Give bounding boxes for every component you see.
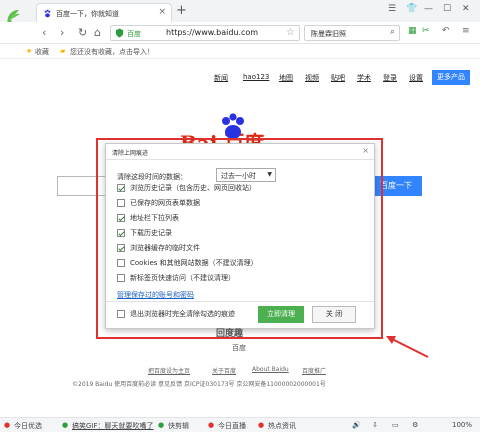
- footer-link[interactable]: 关于百度: [212, 366, 236, 375]
- tab-baidu[interactable]: 百度一下，你就知道 ×: [36, 3, 172, 22]
- speaker-icon[interactable]: 🔊: [352, 421, 361, 429]
- tab-title: 百度一下，你就知道: [56, 10, 119, 18]
- star-icon[interactable]: ☆: [286, 27, 295, 38]
- forward-icon[interactable]: ›: [60, 26, 64, 39]
- folder-icon: ▰: [60, 47, 66, 55]
- navigation-bar: ‹ › ↻ ⌂ 百度 https://www.baidu.com ☆ 陈曼霖旧照…: [0, 22, 480, 44]
- tab-bar: 百度一下，你就知道 × + ☰ 👕 — ☐ ✕: [0, 0, 480, 22]
- search-field[interactable]: 陈曼霖旧照 ⌕: [304, 25, 400, 41]
- maximize-icon[interactable]: ☐: [443, 4, 451, 14]
- refresh-icon[interactable]: ↻: [78, 26, 87, 39]
- search-text: 陈曼霖旧照: [311, 30, 346, 38]
- close-icon[interactable]: ×: [158, 7, 166, 17]
- download-icon[interactable]: ⇩: [372, 421, 378, 429]
- footer-link[interactable]: About Baidu: [252, 366, 289, 373]
- baidu-top-nav: 新闻 hao123 地图 视频 贴吧 学术 登录 设置: [0, 73, 480, 87]
- star-fav-icon: ★: [26, 47, 33, 55]
- footer-link[interactable]: 百度推广: [302, 366, 326, 375]
- status-item[interactable]: 今日优选: [14, 421, 42, 431]
- status-item[interactable]: 热点资讯: [268, 421, 296, 431]
- nav-settings[interactable]: 设置: [409, 73, 423, 83]
- nav-video[interactable]: 视频: [305, 73, 319, 83]
- qr-title: 回度趣: [216, 329, 244, 339]
- cut-icon[interactable]: ✂: [422, 26, 430, 36]
- clip-icon: ●: [158, 421, 165, 429]
- status-item[interactable]: 快剪辑: [168, 421, 189, 431]
- copyright-text: ©2019 Baidu 使用百度前必读 意见反馈 京ICP证030173号 京公…: [72, 381, 326, 388]
- grid-icon[interactable]: ▦: [408, 26, 417, 36]
- skin-icon[interactable]: 👕: [406, 4, 417, 14]
- import-hint[interactable]: 您还没有收藏，点击导入！: [70, 47, 154, 57]
- nav-login[interactable]: 登录: [383, 73, 397, 83]
- bookmark-bar: ★ 收藏 ▰ 您还没有收藏，点击导入！: [0, 45, 480, 59]
- more-products-button[interactable]: 更多产品: [432, 70, 470, 85]
- highlight-box: [96, 138, 383, 339]
- news-icon: ●: [62, 421, 69, 429]
- live-icon: ●: [208, 421, 215, 429]
- close-window-icon[interactable]: ✕: [462, 4, 470, 14]
- status-item[interactable]: 搞笑GIF：聊天就要吹嘴了: [72, 421, 154, 431]
- url-text[interactable]: https://www.baidu.com: [166, 28, 258, 37]
- settings-icon[interactable]: ⚙: [412, 421, 418, 429]
- nav-xueshu[interactable]: 学术: [357, 73, 371, 83]
- flame-icon: ●: [4, 421, 11, 429]
- home-icon[interactable]: ⌂: [94, 26, 101, 39]
- menu-icon[interactable]: ☰: [388, 4, 396, 14]
- nav-news[interactable]: 新闻: [214, 73, 228, 83]
- shield-icon: [115, 28, 124, 38]
- nav-tieba[interactable]: 贴吧: [331, 73, 345, 83]
- nav-map[interactable]: 地图: [279, 73, 293, 83]
- hot-icon: ●: [258, 421, 265, 429]
- favorites-button[interactable]: 收藏: [35, 47, 49, 57]
- status-item[interactable]: 今日直播: [218, 421, 246, 431]
- zoom-level[interactable]: 100%: [452, 421, 472, 429]
- search-icon[interactable]: ⌕: [390, 27, 395, 37]
- back-icon[interactable]: ‹: [42, 26, 46, 39]
- nav-hao123[interactable]: hao123: [243, 73, 269, 81]
- paw-icon: [44, 9, 51, 18]
- site-label: 百度: [127, 30, 141, 38]
- status-bar: ● 今日优选 ● 搞笑GIF：聊天就要吹嘴了 ● 快剪辑 ● 今日直播 ● 热点…: [0, 417, 480, 432]
- address-bar[interactable]: 百度 https://www.baidu.com ☆: [110, 25, 300, 41]
- screen-icon[interactable]: ▭: [392, 421, 399, 429]
- arrow-annotation-icon: [386, 336, 429, 358]
- footer-link[interactable]: 把百度设为主页: [148, 366, 190, 375]
- minimize-icon[interactable]: —: [424, 4, 433, 14]
- menu-more-icon[interactable]: ≡: [462, 26, 470, 36]
- new-tab-icon[interactable]: +: [176, 3, 187, 18]
- qr-subtitle: 百度: [232, 344, 246, 352]
- undo-icon[interactable]: ↶: [442, 26, 450, 36]
